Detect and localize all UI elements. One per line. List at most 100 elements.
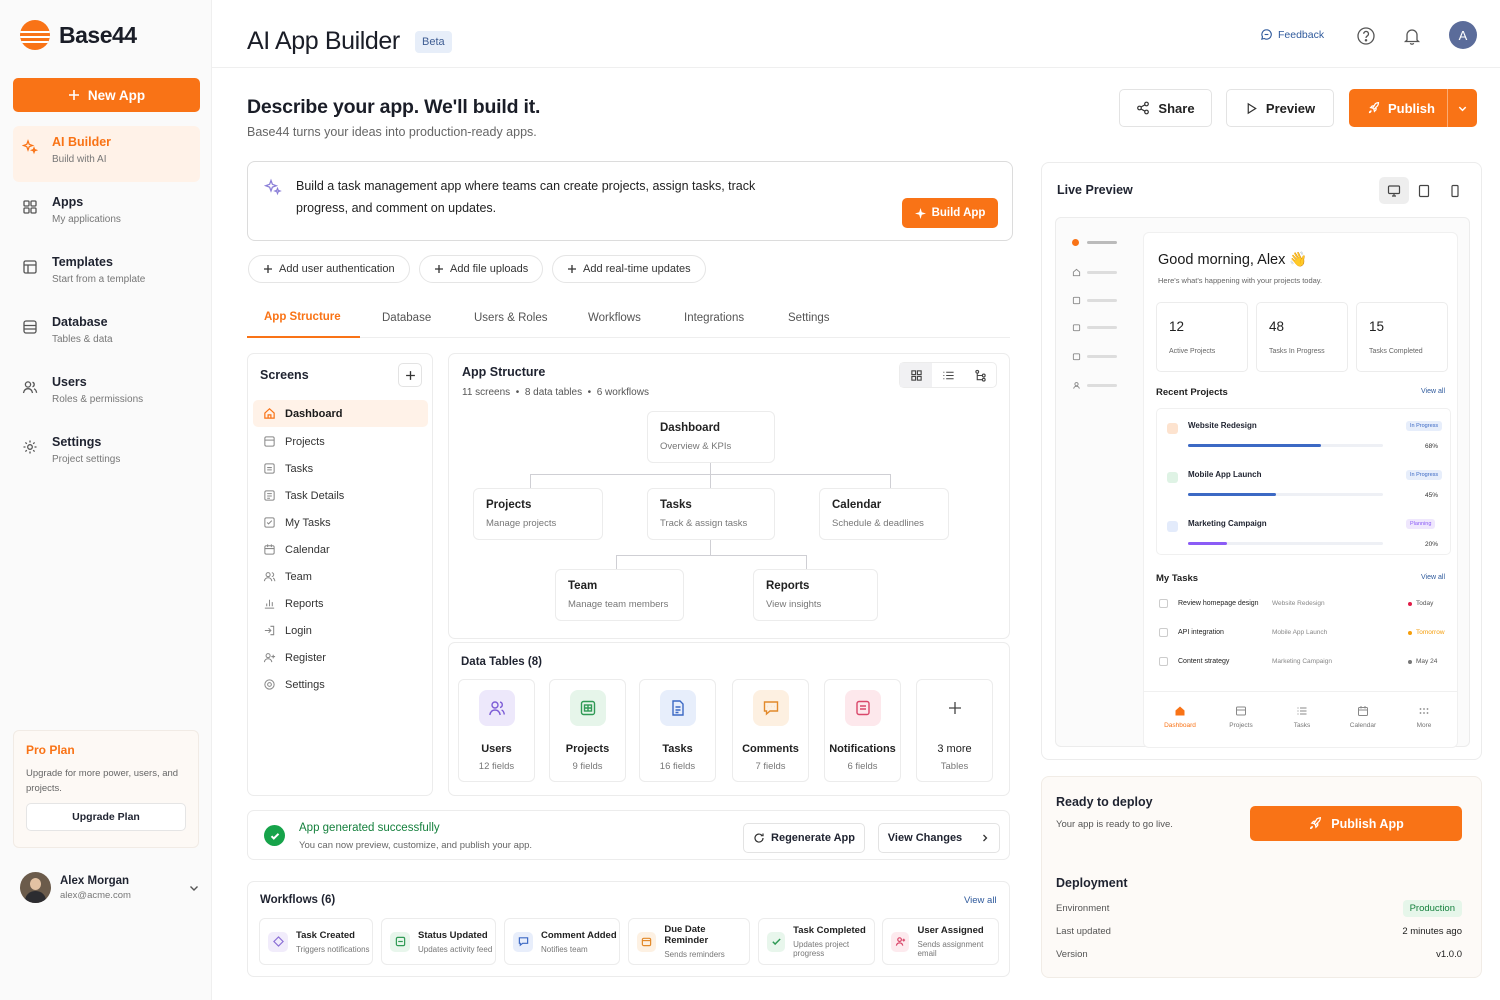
structure-node-team[interactable]: Team Manage team members: [555, 569, 684, 621]
workflow-card[interactable]: Status Updated Updates activity feed: [381, 918, 496, 965]
mock-tab-more[interactable]: More: [1399, 705, 1449, 729]
task-row[interactable]: Review homepage design Website Redesign …: [1156, 590, 1451, 618]
build-app-button[interactable]: Build App: [902, 198, 998, 228]
workflow-card[interactable]: Due Date Reminder Sends reminders: [628, 918, 750, 965]
user-email: alex@acme.com: [60, 889, 131, 901]
brand-logo[interactable]: Base44: [20, 20, 137, 50]
user-plus-icon: [263, 651, 276, 664]
tab-settings[interactable]: Settings: [771, 298, 847, 338]
project-row[interactable]: Mobile App Launch In Progress 45%: [1157, 458, 1452, 507]
mock-tab-calendar[interactable]: Calendar: [1338, 705, 1388, 729]
help-icon[interactable]: [1356, 26, 1376, 46]
task-checkbox[interactable]: [1159, 599, 1168, 608]
view-changes-button[interactable]: View Changes: [878, 823, 1000, 853]
nav-title: Apps: [52, 195, 84, 209]
share-button[interactable]: Share: [1119, 89, 1212, 127]
preview-button[interactable]: Preview: [1226, 89, 1334, 127]
publish-dropdown[interactable]: [1447, 89, 1477, 127]
table-card-users[interactable]: Users 12 fields: [458, 679, 535, 782]
prompt-text[interactable]: Build a task management app where teams …: [296, 176, 756, 219]
screen-item-task-details[interactable]: Task Details: [253, 482, 428, 509]
regenerate-app-button[interactable]: Regenerate App: [743, 823, 865, 853]
sidebar-item-ai-builder[interactable]: AI Builder Build with AI: [13, 126, 200, 182]
tree-view-icon[interactable]: [964, 363, 996, 387]
publish-label: Publish: [1388, 100, 1435, 116]
suggestion-chip[interactable]: Add real-time updates: [552, 255, 706, 283]
mock-tab-dashboard[interactable]: Dashboard: [1155, 705, 1205, 729]
project-row[interactable]: Marketing Campaign Planning 20%: [1157, 507, 1452, 556]
tablet-icon[interactable]: [1409, 177, 1439, 204]
suggestion-chip[interactable]: Add file uploads: [419, 255, 544, 283]
project-row[interactable]: Website Redesign In Progress 68%: [1157, 409, 1452, 458]
sidebar-item-users[interactable]: Users Roles & permissions: [13, 366, 200, 422]
structure-node-projects[interactable]: Projects Manage projects: [473, 488, 603, 540]
publish-button[interactable]: Publish: [1349, 89, 1477, 127]
desktop-icon[interactable]: [1379, 177, 1410, 204]
user-menu[interactable]: Alex Morgan alex@acme.com: [20, 872, 200, 903]
mock-tab-tasks[interactable]: Tasks: [1277, 705, 1327, 729]
structure-node-tasks[interactable]: Tasks Track & assign tasks: [647, 488, 775, 540]
bell-icon[interactable]: [1402, 26, 1422, 46]
task-title: API integration: [1178, 629, 1224, 636]
header-avatar[interactable]: A: [1449, 21, 1477, 49]
meta-screens: 11 screens: [462, 387, 511, 398]
structure-node-calendar[interactable]: Calendar Schedule & deadlines: [819, 488, 949, 540]
mobile-icon[interactable]: [1440, 177, 1470, 204]
mock-tab-projects[interactable]: Projects: [1216, 705, 1266, 729]
workflow-card[interactable]: Comment Added Notifies team: [504, 918, 620, 965]
new-app-button[interactable]: New App: [13, 78, 200, 112]
workflows-view-all-link[interactable]: View all: [964, 895, 997, 906]
screen-item-settings[interactable]: Settings: [253, 671, 428, 698]
screen-item-projects[interactable]: Projects: [253, 428, 428, 455]
table-card-more[interactable]: 3 more Tables: [916, 679, 993, 782]
task-row[interactable]: Content strategy Marketing Campaign May …: [1156, 648, 1451, 676]
sidebar-item-templates[interactable]: Templates Start from a template: [13, 246, 200, 302]
list-view-icon[interactable]: [932, 363, 964, 387]
chevron-down-icon[interactable]: [188, 882, 200, 894]
screen-item-login[interactable]: Login: [253, 617, 428, 644]
feedback-link[interactable]: Feedback: [1260, 28, 1324, 41]
recent-view-all-link[interactable]: View all: [1421, 388, 1445, 395]
preview-frame[interactable]: Good morning, Alex 👋 Here's what's happe…: [1055, 217, 1470, 748]
task-row[interactable]: API integration Mobile App Launch Tomorr…: [1156, 619, 1451, 647]
suggestion-chip[interactable]: Add user authentication: [248, 255, 410, 283]
tab-app-structure[interactable]: App Structure: [247, 298, 360, 338]
table-name: Tasks: [662, 743, 693, 755]
upgrade-plan-button[interactable]: Upgrade Plan: [26, 803, 186, 832]
prompt-box[interactable]: Build a task management app where teams …: [247, 161, 1013, 241]
screen-item-calendar[interactable]: Calendar: [253, 536, 428, 563]
structure-node-reports[interactable]: Reports View insights: [753, 569, 878, 621]
stat-label: Active Projects: [1169, 348, 1216, 355]
screen-item-reports[interactable]: Reports: [253, 590, 428, 617]
table-card-tasks[interactable]: Tasks 16 fields: [639, 679, 716, 782]
table-card-projects[interactable]: Projects 9 fields: [549, 679, 626, 782]
calendar-icon: [263, 543, 276, 556]
grid-view-icon[interactable]: [900, 363, 932, 387]
comment-icon: [513, 931, 533, 952]
table-card-comments[interactable]: Comments 7 fields: [732, 679, 809, 782]
tab-database[interactable]: Database: [365, 298, 448, 338]
screen-item-team[interactable]: Team: [253, 563, 428, 590]
sidebar-item-apps[interactable]: Apps My applications: [13, 186, 200, 242]
task-checkbox[interactable]: [1159, 657, 1168, 666]
workflow-card[interactable]: User Assigned Sends assignment email: [882, 918, 999, 965]
tab-integrations[interactable]: Integrations: [667, 298, 761, 338]
workflow-card[interactable]: Task Created Triggers notifications: [259, 918, 373, 965]
structure-node-dashboard[interactable]: Dashboard Overview & KPIs: [647, 411, 775, 463]
tab-users-roles[interactable]: Users & Roles: [457, 298, 565, 338]
screen-item-dashboard[interactable]: Dashboard: [253, 400, 428, 427]
add-screen-button[interactable]: [398, 363, 422, 387]
sidebar-item-settings[interactable]: Settings Project settings: [13, 426, 200, 482]
table-card-notifications[interactable]: Notifications 6 fields: [824, 679, 901, 782]
sidebar-item-database[interactable]: Database Tables & data: [13, 306, 200, 362]
mock-nav-bar: [1087, 355, 1117, 358]
screen-item-register[interactable]: Register: [253, 644, 428, 671]
workflow-card[interactable]: Task Completed Updates project progress: [758, 918, 875, 965]
task-checkbox[interactable]: [1159, 628, 1168, 637]
screen-item-my-tasks[interactable]: My Tasks: [253, 509, 428, 536]
screen-item-tasks[interactable]: Tasks: [253, 455, 428, 482]
tab-workflows[interactable]: Workflows: [571, 298, 658, 338]
publish-app-button[interactable]: Publish App: [1250, 806, 1462, 841]
checklist-icon: [263, 516, 276, 529]
tasks-view-all-link[interactable]: View all: [1421, 574, 1445, 581]
